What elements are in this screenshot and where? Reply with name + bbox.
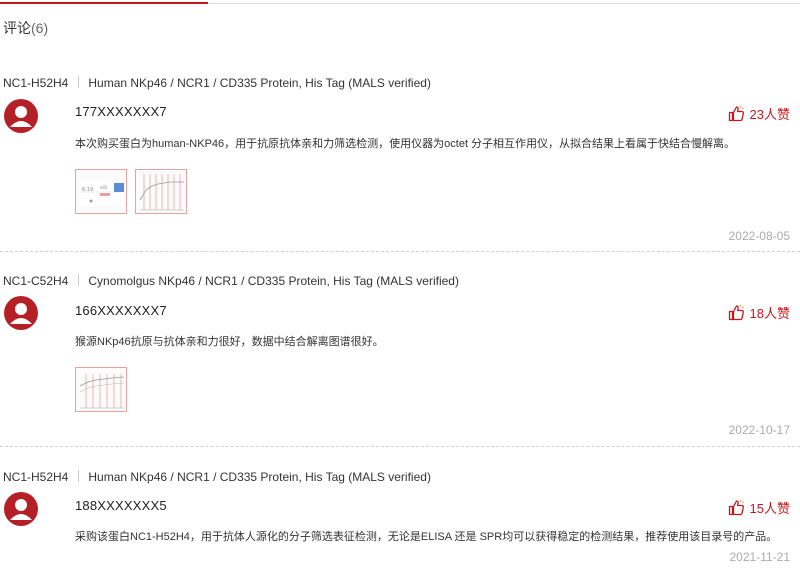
review-date: 2021-11-21 (729, 550, 791, 564)
separator (78, 76, 80, 88)
thumbs-up-icon (728, 105, 745, 122)
product-line[interactable]: NC1-H52H4 Human NKp46 / NCR1 / CD335 Prot… (3, 76, 431, 90)
like-button[interactable]: 23人赞 (728, 104, 790, 123)
section-title: 评论(6) (3, 18, 48, 38)
user-avatar-icon (4, 296, 38, 330)
user-name: 166XXXXXXX7 (75, 303, 167, 318)
product-sku: NC1-H52H4 (3, 76, 69, 90)
like-count: 15人赞 (749, 501, 790, 516)
review-comment: 采购该蛋白NC1-H52H4，用于抗体人源化的分子筛选表征检测，无论是ELISA… (75, 531, 778, 543)
user-name: 177XXXXXXX7 (75, 104, 167, 119)
product-name: Cynomolgus NKp46 / NCR1 / CD335 Protein,… (88, 274, 459, 288)
product-name: Human NKp46 / NCR1 / CD335 Protein, His … (88, 76, 431, 90)
like-count: 23人赞 (749, 107, 790, 122)
user-avatar-icon (4, 99, 38, 133)
attachment-thumbnail[interactable]: 6.19 e03 (75, 169, 127, 214)
user-avatar-icon (4, 492, 38, 526)
product-sku: NC1-H52H4 (3, 470, 69, 484)
review-comment: 本次购买蛋白为human-NKP46，用于抗原抗体亲和力筛选检测，使用仪器为oc… (75, 138, 736, 150)
active-tab-indicator (0, 2, 208, 4)
separator (78, 274, 80, 286)
review-count: (6) (31, 20, 49, 36)
review-divider (0, 251, 800, 252)
product-sku: NC1-C52H4 (3, 274, 69, 288)
thumbs-up-icon (728, 499, 745, 516)
review-date: 2022-08-05 (728, 229, 790, 243)
attachment-gallery (75, 367, 127, 412)
separator (78, 470, 80, 482)
like-button[interactable]: 18人赞 (728, 303, 790, 322)
review-comment: 猴源NKp46抗原与抗体亲和力很好，数据中结合解离图谱很好。 (75, 336, 384, 348)
review-date: 2022-10-17 (728, 423, 790, 437)
product-line[interactable]: NC1-C52H4 Cynomolgus NKp46 / NCR1 / CD335… (3, 274, 459, 288)
svg-text:6.19: 6.19 (82, 187, 93, 193)
like-button[interactable]: 15人赞 (728, 498, 790, 517)
thumbs-up-icon (728, 304, 745, 321)
product-line[interactable]: NC1-H52H4 Human NKp46 / NCR1 / CD335 Prot… (3, 470, 431, 484)
review-divider (0, 446, 800, 447)
product-name: Human NKp46 / NCR1 / CD335 Protein, His … (88, 470, 431, 484)
attachment-thumbnail[interactable] (135, 169, 187, 214)
user-name: 188XXXXXXX5 (75, 498, 167, 513)
section-title-label: 评论 (3, 20, 31, 36)
attachment-gallery: 6.19 e03 (75, 169, 187, 214)
attachment-thumbnail[interactable] (75, 367, 127, 412)
svg-text:e03: e03 (100, 185, 108, 190)
like-count: 18人赞 (749, 306, 790, 321)
